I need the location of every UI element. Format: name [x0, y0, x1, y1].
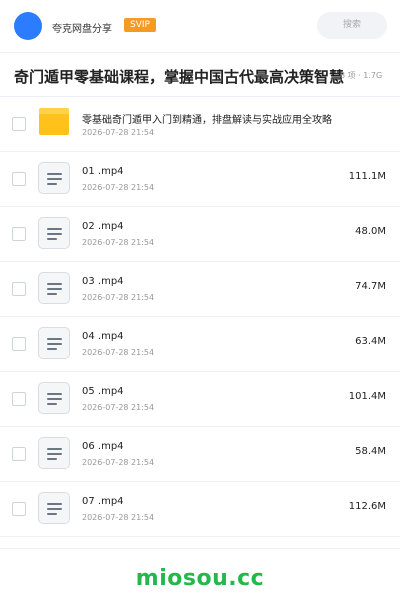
file-doc-icon: [38, 437, 70, 469]
file-size: 74.7M: [355, 281, 386, 292]
file-name: 04 .mp4: [82, 331, 124, 342]
file-size: 111.1M: [348, 171, 386, 182]
file-size: 48.0M: [355, 226, 386, 237]
file-size: 63.4M: [355, 336, 386, 347]
file-doc-icon: [38, 327, 70, 359]
file-row[interactable]: 04 .mp4 2026-07-28 21:54 63.4M: [0, 317, 400, 372]
row-checkbox[interactable]: [12, 282, 26, 296]
divider: [0, 52, 400, 53]
file-date: 2026-07-28 21:54: [82, 128, 155, 137]
file-row[interactable]: 零基础奇门遁甲入门到精通，排盘解读与实战应用全攻略 2026-07-28 21:5…: [0, 97, 400, 152]
file-doc-icon: [38, 382, 70, 414]
row-checkbox[interactable]: [12, 447, 26, 461]
top-bar: 夸克网盘分享 SVIP 搜索: [0, 0, 400, 52]
file-row[interactable]: 06 .mp4 2026-07-28 21:54 58.4M: [0, 427, 400, 482]
file-doc-icon: [38, 217, 70, 249]
watermark-text: miosou.cc: [135, 566, 265, 591]
file-doc-icon: [38, 162, 70, 194]
file-name: 06 .mp4: [82, 441, 124, 452]
file-date: 2026-07-28 21:54: [82, 348, 155, 357]
file-doc-icon: [38, 492, 70, 524]
file-size: 101.4M: [348, 391, 386, 402]
file-date: 2026-07-28 21:54: [82, 293, 155, 302]
file-row[interactable]: 03 .mp4 2026-07-28 21:54 74.7M: [0, 262, 400, 317]
row-checkbox[interactable]: [12, 392, 26, 406]
file-list: 零基础奇门遁甲入门到精通，排盘解读与实战应用全攻略 2026-07-28 21:5…: [0, 97, 400, 537]
file-date: 2026-07-28 21:54: [82, 513, 155, 522]
share-title: 奇门遁甲零基础课程，掌握中国古代最高决策智慧: [14, 68, 344, 86]
avatar[interactable]: [14, 12, 42, 40]
file-name: 零基础奇门遁甲入门到精通，排盘解读与实战应用全攻略: [82, 115, 332, 126]
file-name: 07 .mp4: [82, 496, 124, 507]
file-row[interactable]: 07 .mp4 2026-07-28 21:54 112.6M: [0, 482, 400, 537]
row-checkbox[interactable]: [12, 117, 26, 131]
row-checkbox[interactable]: [12, 502, 26, 516]
svip-badge: SVIP: [124, 18, 156, 32]
search-box[interactable]: 搜索: [317, 12, 387, 39]
file-name: 01 .mp4: [82, 166, 124, 177]
folder-icon: [39, 108, 69, 135]
file-date: 2026-07-28 21:54: [82, 458, 155, 467]
row-checkbox[interactable]: [12, 172, 26, 186]
divider: [0, 548, 400, 549]
file-row[interactable]: 02 .mp4 2026-07-28 21:54 48.0M: [0, 207, 400, 262]
share-meta: 8 项 · 1.7G: [340, 71, 383, 80]
row-checkbox[interactable]: [12, 337, 26, 351]
file-size: 58.4M: [355, 446, 386, 457]
file-doc-icon: [38, 272, 70, 304]
file-name: 02 .mp4: [82, 221, 124, 232]
file-name: 05 .mp4: [82, 386, 124, 397]
file-row[interactable]: 01 .mp4 2026-07-28 21:54 111.1M: [0, 152, 400, 207]
file-date: 2026-07-28 21:54: [82, 238, 155, 247]
file-date: 2026-07-28 21:54: [82, 183, 155, 192]
username[interactable]: 夸克网盘分享: [52, 20, 112, 35]
file-name: 03 .mp4: [82, 276, 124, 287]
row-checkbox[interactable]: [12, 227, 26, 241]
file-row[interactable]: 05 .mp4 2026-07-28 21:54 101.4M: [0, 372, 400, 427]
file-date: 2026-07-28 21:54: [82, 403, 155, 412]
file-size: 112.6M: [348, 501, 386, 512]
